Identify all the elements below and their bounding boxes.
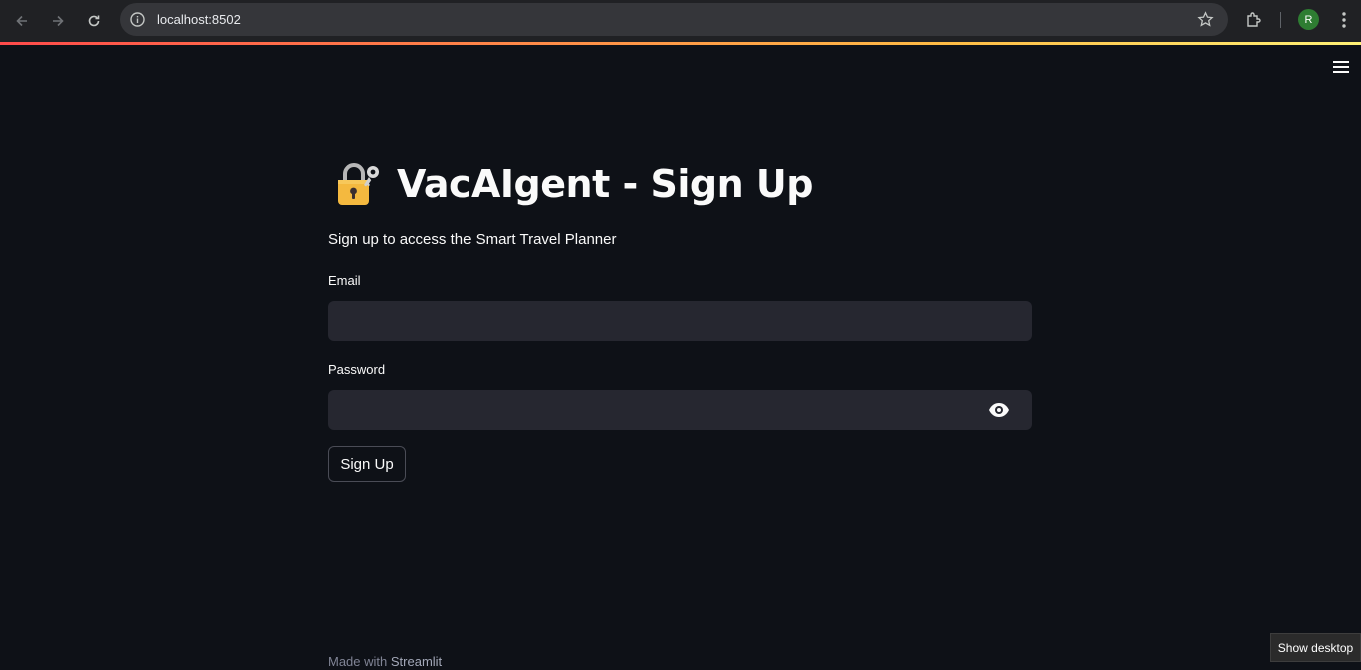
forward-button[interactable] (46, 9, 70, 33)
arrow-right-icon (53, 15, 64, 27)
reload-button[interactable] (82, 9, 106, 33)
footer: Made with Streamlit (328, 654, 442, 669)
info-icon[interactable] (129, 11, 146, 28)
more-vert-icon[interactable] (1336, 10, 1352, 30)
bookmark-star-icon[interactable] (1197, 11, 1214, 28)
email-label: Email (328, 273, 361, 288)
password-label: Password (328, 362, 386, 377)
streamlit-link[interactable]: Streamlit (391, 654, 442, 669)
arrow-left-icon (16, 15, 27, 27)
footer-text: Made with (328, 654, 391, 669)
page-subtitle: Sign up to access the Smart Travel Plann… (328, 231, 617, 248)
toolbar-divider (1280, 12, 1281, 28)
page-title: VacAIgent - Sign Up (397, 162, 813, 206)
show-password-eye-icon[interactable] (988, 401, 1010, 419)
main-menu-icon[interactable] (1333, 61, 1351, 75)
url-text[interactable]: localhost:8502 (157, 12, 241, 27)
sign-up-button[interactable]: Sign Up (328, 446, 406, 482)
back-button[interactable] (10, 9, 34, 33)
extensions-puzzle-icon[interactable] (1244, 10, 1264, 30)
email-field[interactable] (328, 301, 1032, 341)
browser-toolbar: localhost:8502 R (0, 0, 1361, 42)
streamlit-decoration-bar (0, 42, 1361, 45)
reload-icon (88, 15, 100, 27)
locked-with-key-icon (338, 163, 379, 205)
show-desktop-tooltip: Show desktop (1270, 633, 1361, 662)
password-field[interactable] (328, 390, 1032, 430)
address-bar[interactable]: localhost:8502 (120, 3, 1228, 36)
page-title-row: VacAIgent - Sign Up (333, 158, 813, 210)
profile-avatar[interactable]: R (1298, 9, 1319, 30)
